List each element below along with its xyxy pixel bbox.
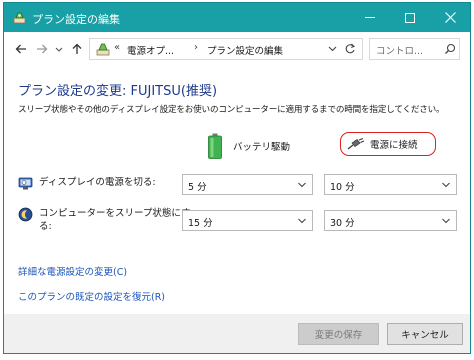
chevron-down-icon [442, 182, 450, 188]
footer-bar: 変更の保存 キャンセル [4, 314, 470, 353]
power-plug-icon [347, 138, 365, 150]
search-box[interactable]: コントロ... [369, 38, 460, 60]
cancel-button[interactable]: キャンセル [387, 323, 463, 345]
sleep-label-line2: る: [39, 221, 52, 232]
search-icon [445, 43, 456, 54]
address-bar[interactable]: « 電源オプ... › プラン設定の編集 [89, 38, 363, 60]
breadcrumb-overflow[interactable]: « [114, 42, 120, 53]
breadcrumb-power-options[interactable]: 電源オプ... [127, 43, 174, 57]
breadcrumb-separator[interactable]: › [194, 42, 198, 53]
main-content: プラン設定の変更: FUJITSU(推奨) スリープ状態やその他のディスプレイ設… [4, 66, 470, 314]
sleep-plugged-value: 30 分 [330, 218, 355, 229]
display-off-label: ディスプレイの電源を切る: [39, 177, 156, 188]
display-off-plugged-value: 10 分 [330, 182, 355, 193]
minimize-button[interactable] [350, 3, 390, 32]
chevron-down-icon [298, 218, 306, 224]
advanced-power-settings-link[interactable]: 詳細な電源設定の変更(C) [18, 264, 127, 278]
back-arrow-icon[interactable] [14, 42, 28, 56]
display-off-battery-value: 5 分 [188, 182, 207, 193]
battery-column-header: バッテリ駆動 [208, 132, 290, 160]
minimize-icon [365, 17, 375, 18]
plugged-in-column-header: 電源に接続 [340, 132, 436, 156]
battery-icon [208, 133, 222, 159]
recent-locations-chevron-icon[interactable] [54, 42, 64, 56]
address-dropdown-chevron-icon[interactable] [328, 45, 337, 53]
battery-column-label: バッテリ駆動 [233, 142, 291, 153]
edit-plan-settings-window: プラン設定の編集 « 電源オプ... › プラン設定の編集 コントロ... プラ… [3, 2, 471, 354]
chevron-down-icon [442, 218, 450, 224]
sleep-row-label: コンピューターをスリープ状態にす る: [18, 207, 191, 233]
title-bar[interactable]: プラン設定の編集 [4, 3, 470, 32]
breadcrumb-edit-plan[interactable]: プラン設定の編集 [207, 43, 283, 57]
page-description: スリープ状態やその他のディスプレイ設定をお使いのコンピューターに適用するまでの時… [18, 105, 445, 115]
close-button[interactable] [430, 3, 470, 32]
page-title: プラン設定の変更: FUJITSU(推奨) [18, 84, 218, 99]
display-off-row-label: ディスプレイの電源を切る: [18, 176, 156, 191]
display-off-battery-select[interactable]: 5 分 [182, 174, 313, 195]
window-title: プラン設定の編集 [32, 13, 120, 26]
chevron-down-icon [298, 182, 306, 188]
sleep-label-line1: コンピューターをスリープ状態にす [39, 208, 191, 219]
sleep-plugged-select[interactable]: 30 分 [324, 210, 457, 231]
maximize-button[interactable] [390, 3, 430, 32]
restore-defaults-link[interactable]: このプランの既定の設定を復元(R) [18, 289, 165, 303]
sleep-battery-value: 15 分 [188, 218, 213, 229]
display-off-icon [18, 177, 33, 190]
sleep-battery-select[interactable]: 15 分 [182, 210, 313, 231]
forward-arrow-icon[interactable] [35, 42, 49, 56]
sleep-icon [18, 207, 33, 222]
plugged-in-column-label: 電源に接続 [370, 140, 418, 151]
refresh-icon[interactable] [344, 43, 356, 55]
save-changes-button[interactable]: 変更の保存 [298, 323, 379, 345]
up-arrow-icon[interactable] [70, 42, 84, 56]
close-icon [444, 12, 456, 23]
control-panel-location-icon [96, 43, 110, 56]
display-off-plugged-select[interactable]: 10 分 [324, 174, 457, 195]
search-placeholder: コントロ... [376, 46, 424, 57]
maximize-icon [405, 12, 415, 23]
navigation-bar: « 電源オプ... › プラン設定の編集 コントロ... [4, 32, 470, 66]
sleep-label: コンピューターをスリープ状態にす る: [39, 207, 191, 233]
control-panel-app-icon [13, 12, 26, 24]
